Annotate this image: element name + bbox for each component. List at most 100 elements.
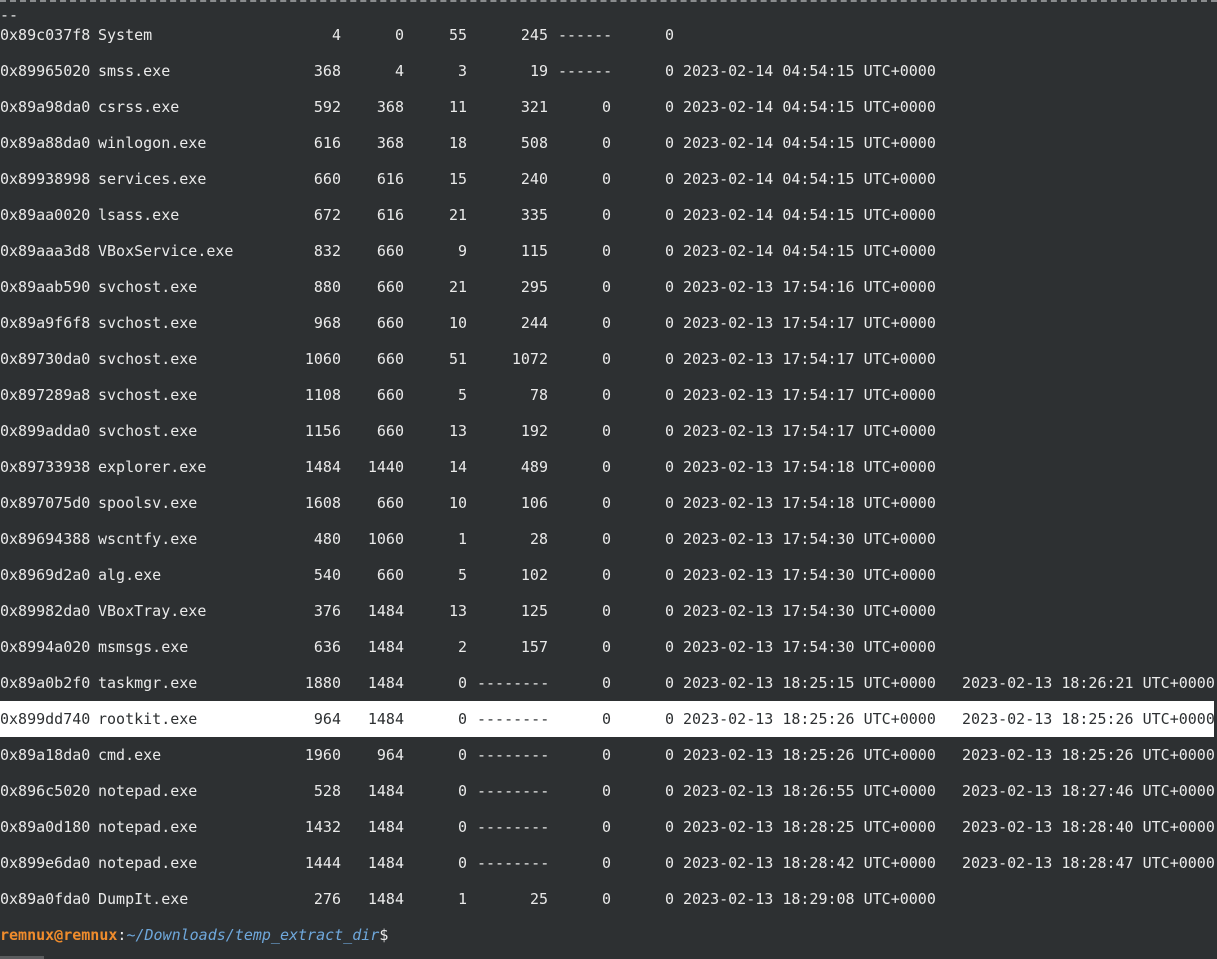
process-ppid: 616	[376, 170, 404, 188]
process-row[interactable]: 0x89aa0020 lsass.exe 672 616 21 335 0 0 2023-02-…	[0, 197, 1217, 233]
process-wow64: 0	[664, 818, 674, 836]
process-handles: 192	[520, 422, 548, 440]
process-ppid: 1484	[367, 602, 404, 620]
process-offset: 0x89965020	[0, 62, 91, 80]
process-offset: 0x899dd740	[0, 710, 91, 728]
process-start-time: 2023-02-14 04:54:15 UTC+0000	[683, 206, 936, 224]
process-handles: 19	[529, 62, 548, 80]
process-row[interactable]: 0x89733938 explorer.exe 1484 1440 14 489 0 0 202…	[0, 449, 1217, 485]
process-pid: 540	[313, 566, 341, 584]
process-row[interactable]: 0x897075d0 spoolsv.exe 1608 660 10 106 0 0 2023-…	[0, 485, 1217, 521]
process-row[interactable]: 0x89a98da0 csrss.exe 592 368 11 321 0 0 2023-02-…	[0, 89, 1217, 125]
process-exit-time: 2023-02-13 18:25:26 UTC+0000	[962, 710, 1215, 728]
process-row[interactable]: 0x89730da0 svchost.exe 1060 660 51 1072 0 0 2023…	[0, 341, 1217, 377]
process-row[interactable]: 0x89982da0 VBoxTray.exe 376 1484 13 125 0 0 2023…	[0, 593, 1217, 629]
process-exit-time: 2023-02-13 18:28:40 UTC+0000	[962, 818, 1215, 836]
process-handles: 78	[529, 386, 548, 404]
process-ppid: 1484	[367, 854, 404, 872]
process-row[interactable]: 0x896c5020 notepad.exe 528 1484 0 -------- 0 0 2…	[0, 773, 1217, 809]
process-threads: 15	[448, 170, 467, 188]
process-handles: --------	[477, 746, 550, 764]
process-threads: 14	[448, 458, 467, 476]
process-wow64: 0	[664, 746, 674, 764]
process-name: svchost.exe	[98, 314, 198, 332]
process-row[interactable]: 0x89938998 services.exe 660 616 15 240 0 0 2023-…	[0, 161, 1217, 197]
process-pid: 528	[313, 782, 341, 800]
process-start-time: 2023-02-13 18:26:55 UTC+0000	[683, 782, 936, 800]
process-offset: 0x897289a8	[0, 386, 91, 404]
process-offset: 0x89a0b2f0	[0, 674, 91, 692]
process-offset: 0x89694388	[0, 530, 91, 548]
process-row[interactable]: 0x89a0d180 notepad.exe 1432 1484 0 -------- 0 0…	[0, 809, 1217, 845]
process-name: winlogon.exe	[98, 134, 207, 152]
process-threads: 5	[457, 386, 467, 404]
process-threads: 1	[457, 530, 467, 548]
process-name: svchost.exe	[98, 386, 198, 404]
process-session: 0	[601, 134, 611, 152]
process-session: 0	[601, 746, 611, 764]
process-row[interactable]: 0x89a0fda0 DumpIt.exe 276 1484 1 25 0 0 2023-02-…	[0, 881, 1217, 917]
process-exit-time: 2023-02-13 18:27:46 UTC+0000	[962, 782, 1215, 800]
process-start-time: 2023-02-13 17:54:16 UTC+0000	[683, 278, 936, 296]
process-threads: 21	[448, 278, 467, 296]
process-handles: 25	[529, 890, 548, 908]
process-row[interactable]: 0x89694388 wscntfy.exe 480 1060 1 28 0 0 2023-02…	[0, 521, 1217, 557]
process-handles: --------	[477, 782, 550, 800]
process-ppid: 660	[376, 566, 404, 584]
process-ppid: 1484	[367, 782, 404, 800]
terminal-window[interactable]: -- 0x89c037f8 System 4 0 55 245 ------ 0 0x89965…	[0, 0, 1217, 959]
process-start-time: 2023-02-13 17:54:17 UTC+0000	[683, 386, 936, 404]
process-row[interactable]: 0x8994a020 msmsgs.exe 636 1484 2 157 0 0 2023-02…	[0, 629, 1217, 665]
process-ppid: 368	[376, 98, 404, 116]
process-row[interactable]: 0x89aab590 svchost.exe 880 660 21 295 0 0 2023-0…	[0, 269, 1217, 305]
process-row[interactable]: 0x89a88da0 winlogon.exe 616 368 18 508 0 0 2023-…	[0, 125, 1217, 161]
process-offset: 0x8969d2a0	[0, 566, 91, 584]
process-row[interactable]: 0x897289a8 svchost.exe 1108 660 5 78 0 0 2023-02…	[0, 377, 1217, 413]
process-ppid: 660	[376, 278, 404, 296]
process-ppid: 4	[394, 62, 404, 80]
process-name: svchost.exe	[98, 350, 198, 368]
process-start-time: 2023-02-14 04:54:15 UTC+0000	[683, 98, 936, 116]
process-session: 0	[601, 314, 611, 332]
shell-prompt[interactable]: remnux@remnux:~/Downloads/temp_extract_d…	[0, 926, 388, 944]
process-handles: 28	[529, 530, 548, 548]
process-row[interactable]: 0x89c037f8 System 4 0 55 245 ------ 0	[0, 17, 1217, 53]
process-session: 0	[601, 350, 611, 368]
process-name: notepad.exe	[98, 782, 198, 800]
process-handles: 157	[520, 638, 548, 656]
process-threads: 0	[457, 818, 467, 836]
process-name: rootkit.exe	[98, 710, 198, 728]
process-ppid: 1484	[367, 638, 404, 656]
process-offset: 0x897075d0	[0, 494, 91, 512]
process-row[interactable]: 0x89a18da0 cmd.exe 1960 964 0 -------- 0 0 2023-…	[0, 737, 1217, 773]
process-session: 0	[601, 494, 611, 512]
process-offset: 0x89aaa3d8	[0, 242, 91, 260]
process-start-time: 2023-02-13 17:54:30 UTC+0000	[683, 566, 936, 584]
process-pid: 1156	[304, 422, 341, 440]
process-name: DumpIt.exe	[98, 890, 189, 908]
process-row[interactable]: 0x899dd740 rootkit.exe 964 1484 0 -------- 0 0 2…	[0, 701, 1217, 737]
process-pid: 1880	[304, 674, 341, 692]
process-threads: 13	[448, 602, 467, 620]
process-session: 0	[601, 206, 611, 224]
process-session: ------	[558, 62, 613, 80]
process-row[interactable]: 0x89965020 smss.exe 368 4 3 19 ------ 0 2023-02-…	[0, 53, 1217, 89]
process-pid: 832	[313, 242, 341, 260]
process-handles: 1072	[511, 350, 548, 368]
process-row[interactable]: 0x89a0b2f0 taskmgr.exe 1880 1484 0 -------- 0 0…	[0, 665, 1217, 701]
process-threads: 55	[448, 26, 467, 44]
process-name: services.exe	[98, 170, 207, 188]
process-session: 0	[601, 602, 611, 620]
process-row[interactable]: 0x89aaa3d8 VBoxService.exe 832 660 9 115 0 0 202…	[0, 233, 1217, 269]
process-wow64: 0	[664, 278, 674, 296]
process-session: 0	[601, 710, 611, 728]
process-row[interactable]: 0x89a9f6f8 svchost.exe 968 660 10 244 0 0 2023-0…	[0, 305, 1217, 341]
process-ppid: 1440	[367, 458, 404, 476]
process-row[interactable]: 0x899e6da0 notepad.exe 1444 1484 0 -------- 0 0…	[0, 845, 1217, 881]
process-ppid: 660	[376, 314, 404, 332]
process-row[interactable]: 0x899adda0 svchost.exe 1156 660 13 192 0 0 2023-…	[0, 413, 1217, 449]
process-row[interactable]: 0x8969d2a0 alg.exe 540 660 5 102 0 0 2023-02-13 …	[0, 557, 1217, 593]
process-session: 0	[601, 386, 611, 404]
process-start-time: 2023-02-13 18:25:15 UTC+0000	[683, 674, 936, 692]
process-start-time: 2023-02-13 17:54:30 UTC+0000	[683, 602, 936, 620]
